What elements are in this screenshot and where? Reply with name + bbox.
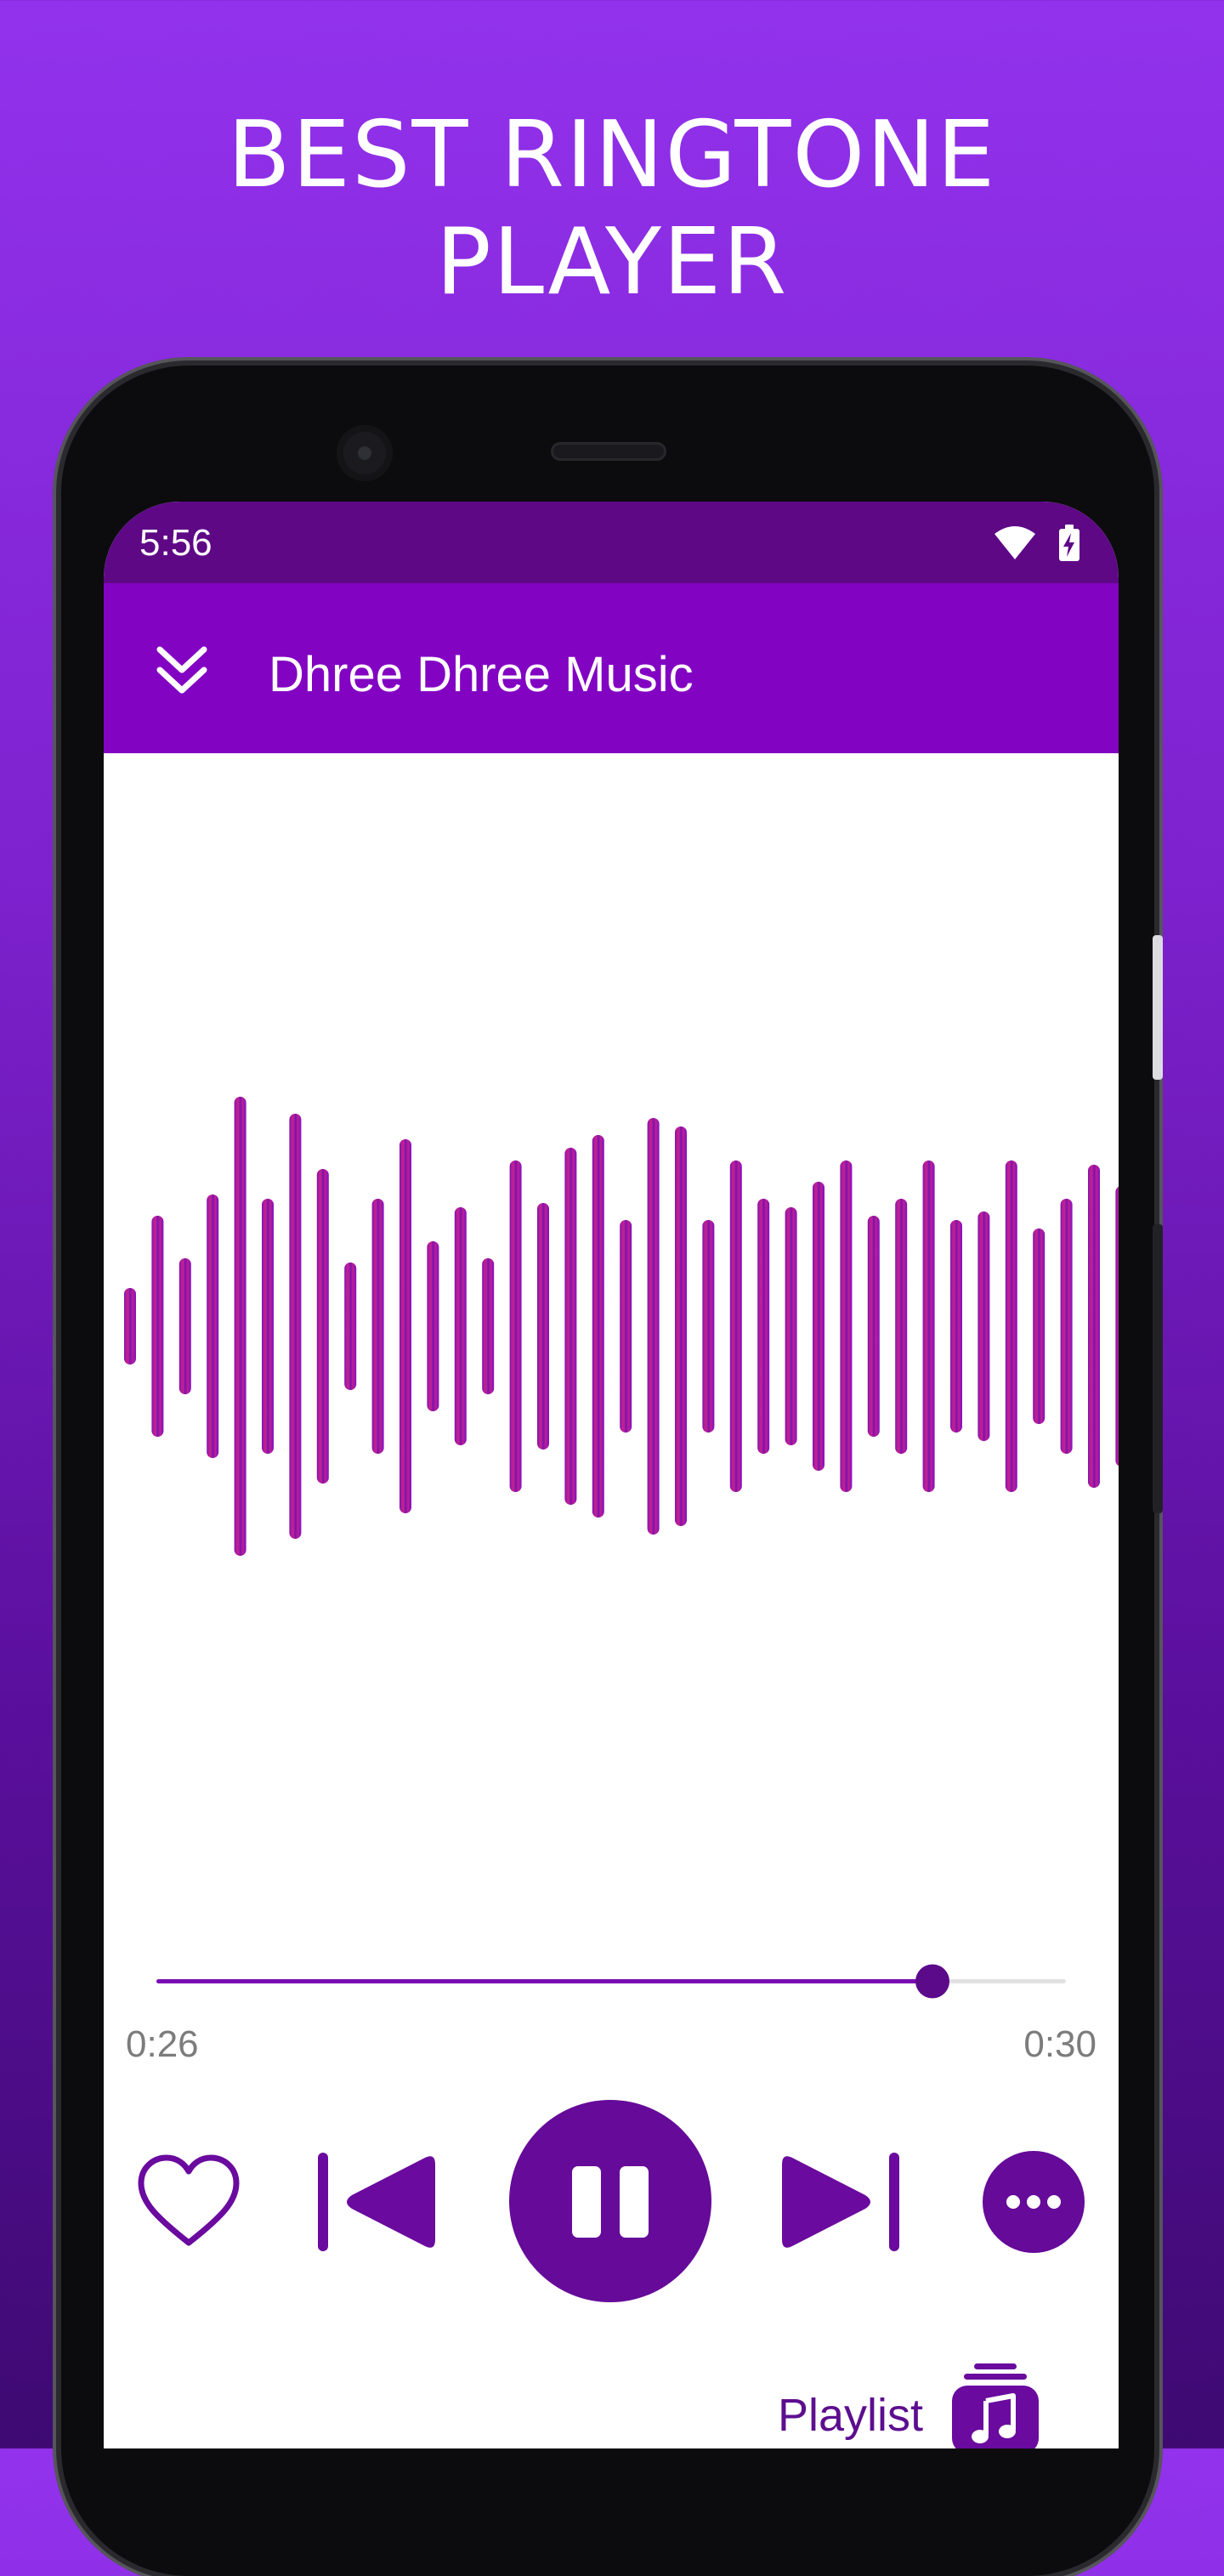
app-title: Dhree Dhree Music xyxy=(269,647,694,702)
waveform-bar xyxy=(840,1160,853,1492)
waveform-bar xyxy=(537,1203,549,1450)
waveform-bar xyxy=(757,1199,770,1454)
waveform-bar xyxy=(867,1216,880,1437)
waveform-bar xyxy=(1088,1165,1100,1488)
waveform-bar xyxy=(151,1216,164,1437)
elapsed-time: 0:26 xyxy=(126,2023,199,2065)
playlist-button[interactable]: Playlist xyxy=(702,2360,1042,2448)
waveform-bar xyxy=(234,1097,246,1556)
waveform-bar xyxy=(427,1241,439,1411)
pause-button[interactable] xyxy=(509,2100,711,2302)
waveform-bar xyxy=(262,1199,274,1454)
waveform-bar xyxy=(509,1160,522,1492)
waveform-bar xyxy=(400,1139,411,1513)
waveform-bar xyxy=(1005,1160,1017,1492)
double-chevron-down-icon[interactable] xyxy=(148,638,216,706)
waveform-bar xyxy=(922,1160,935,1492)
more-options-button[interactable] xyxy=(983,2151,1085,2253)
waveform-bar xyxy=(1033,1228,1046,1424)
waveform-bar xyxy=(785,1207,797,1445)
front-camera xyxy=(337,425,393,481)
heart-icon[interactable] xyxy=(136,2154,241,2251)
status-time: 5:56 xyxy=(139,522,212,564)
waveform-bar xyxy=(1060,1199,1073,1454)
waveform-bar xyxy=(813,1182,824,1471)
waveform-bar xyxy=(702,1220,715,1433)
waveform-bar xyxy=(647,1118,660,1535)
waveform-bar xyxy=(675,1126,687,1526)
waveform-bar xyxy=(564,1148,577,1505)
promo-headline-line1: BEST RINGTONE xyxy=(227,102,997,208)
waveform-bar xyxy=(207,1194,219,1458)
total-duration: 0:30 xyxy=(1023,2023,1096,2065)
waveform-bar xyxy=(729,1160,742,1492)
waveform-bar xyxy=(1115,1186,1119,1467)
promo-headline: BEST RINGTONE PLAYER xyxy=(0,102,1224,316)
seek-bar[interactable] xyxy=(156,1960,1066,2003)
phone-volume-button xyxy=(1153,1224,1163,1513)
waveform-bar xyxy=(978,1211,990,1441)
more-dots-icon xyxy=(1006,2195,1061,2209)
waveform-bar xyxy=(344,1262,357,1390)
playlist-music-icon xyxy=(952,2363,1039,2448)
skip-next-icon[interactable] xyxy=(780,2149,901,2255)
phone-power-button xyxy=(1153,935,1163,1080)
status-icons xyxy=(994,525,1080,561)
playback-controls xyxy=(104,2100,1119,2338)
skip-previous-icon[interactable] xyxy=(316,2149,437,2255)
battery-charging-icon xyxy=(1059,525,1080,561)
waveform-bar xyxy=(620,1220,632,1433)
waveform-bar xyxy=(178,1258,191,1394)
waveform-bar xyxy=(895,1199,908,1454)
waveform-bar xyxy=(454,1207,467,1445)
waveform-bar xyxy=(124,1288,136,1365)
status-bar: 5:56 xyxy=(104,502,1119,583)
audio-waveform xyxy=(124,1097,1119,1556)
waveform-bar xyxy=(950,1220,962,1433)
seek-thumb[interactable] xyxy=(915,1964,950,1999)
earpiece-speaker xyxy=(551,442,666,461)
playlist-label: Playlist xyxy=(777,2390,923,2441)
waveform-bar xyxy=(316,1169,329,1484)
waveform-bar xyxy=(371,1199,384,1454)
waveform-bar xyxy=(289,1114,302,1539)
seek-fill xyxy=(156,1979,933,1983)
wifi-icon xyxy=(994,526,1035,559)
waveform-bar xyxy=(592,1135,604,1518)
promo-headline-line2: PLAYER xyxy=(435,209,789,315)
app-bar: Dhree Dhree Music xyxy=(104,583,1119,753)
phone-screen: 5:56 Dhree Dhree Music 0:26 0:30 Playlis… xyxy=(104,502,1119,2448)
waveform-bar xyxy=(482,1258,495,1394)
